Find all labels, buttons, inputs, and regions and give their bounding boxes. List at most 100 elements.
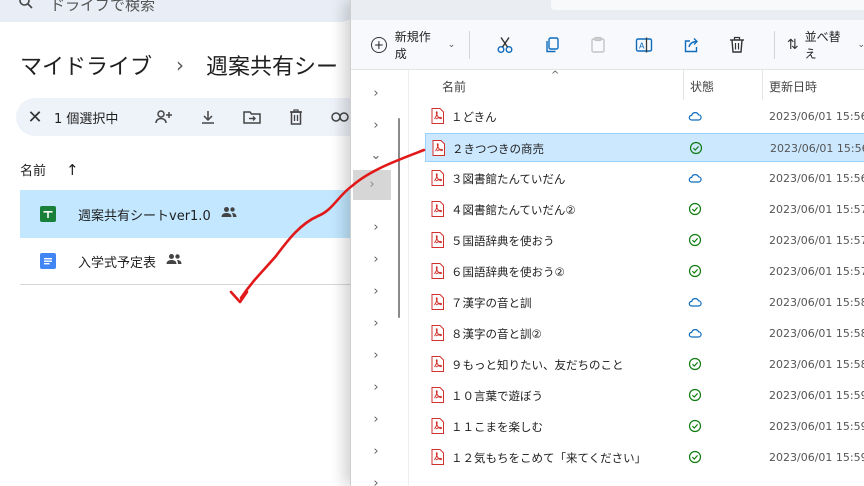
address-bar[interactable] [551,0,864,10]
file-name: ６国語辞典を使おう② [451,265,565,279]
column-status[interactable]: 状態 [690,78,714,95]
pdf-file-icon [432,140,445,156]
file-row[interactable]: ９もっと知りたい、友だちのこと 2023/06/01 15:58 [425,350,864,379]
command-bar: + 新規作成 ⌄ A ⇅ 並べ替え ⌄ [351,20,864,70]
new-button-label: 新規作成 [394,29,431,61]
sort-button[interactable]: ⇅ 並べ替え ⌄ [787,28,864,62]
file-modified: 2023/06/01 15:56 [769,110,864,123]
file-row[interactable]: ６国語辞典を使おう② 2023/06/01 15:57 [425,257,864,286]
pdf-file-icon [431,170,444,186]
file-row[interactable]: ８漢字の音と訓② 2023/06/01 15:58 [425,319,864,348]
pdf-file-icon [431,325,444,341]
cut-icon[interactable] [482,36,528,54]
synced-check-icon [688,357,702,371]
chevron-right-icon[interactable]: › [367,408,385,432]
move-to-folder-icon[interactable] [230,109,274,125]
chevron-right-icon[interactable]: › [367,472,385,486]
file-row[interactable]: ３図書館たんていだん 2023/06/01 15:56 [425,164,864,193]
column-name[interactable]: 名前 [442,78,466,95]
file-modified: 2023/06/01 15:59 [769,451,864,464]
file-row[interactable]: ５国語辞典を使おう 2023/06/01 15:57 [425,226,864,255]
delete-icon[interactable] [714,36,760,54]
toolbar-separator [773,30,775,59]
download-icon[interactable] [186,109,230,125]
pdf-file-icon [431,232,444,248]
file-row[interactable]: 入学式予定表 [20,237,360,285]
column-divider[interactable] [762,70,763,100]
chevron-right-icon: › [176,53,185,77]
chevron-right-icon[interactable]: › [367,248,385,272]
breadcrumb: マイドライブ › 週案共有シー [20,48,338,82]
file-name: ７漢字の音と訓 [451,296,532,310]
add-person-icon[interactable] [142,109,186,125]
chevron-down-icon[interactable]: ⌄ [367,144,385,168]
pdf-file-icon [431,108,444,124]
paste-icon[interactable] [575,36,621,54]
file-row[interactable]: 週案共有シートver1.0 [20,190,360,238]
column-modified[interactable]: 更新日時 [769,78,817,95]
chevron-down-icon: ⌄ [857,40,864,50]
file-row[interactable]: ２きつつきの商売 2023/06/01 15:56 [425,133,864,162]
file-name: ２きつつきの商売 [452,142,544,156]
file-modified: 2023/06/01 15:56 [769,172,864,185]
file-row[interactable]: １０言葉で遊ぼう 2023/06/01 15:59 [425,381,864,410]
column-divider[interactable] [683,70,684,100]
svg-text:A: A [639,41,645,50]
file-row[interactable]: １２気もちをこめて「来てください」 2023/06/01 15:59 [425,443,864,472]
chevron-right-icon[interactable]: › [367,440,385,464]
chevron-right-icon[interactable]: › [367,344,385,368]
chevron-right-icon[interactable]: › [367,82,385,106]
clear-selection-button[interactable]: ✕ [16,107,54,128]
column-name-label[interactable]: 名前 [20,160,46,179]
file-name: １２気もちをこめて「来てください」 [451,451,647,465]
chevron-right-icon[interactable]: › [367,312,385,336]
cloud-icon [688,109,702,123]
new-button[interactable]: + 新規作成 ⌄ [371,28,455,62]
google-docs-icon [40,253,56,269]
sort-caret-icon: ^ [551,70,560,81]
selection-count: 1 個選択中 [54,111,119,127]
cloud-icon [688,295,702,309]
cloud-icon [688,171,702,185]
file-name: ４図書館たんていだん② [451,203,576,217]
chevron-right-icon[interactable]: › [353,170,391,200]
sort-arrow-icon[interactable]: ↑ [66,161,79,179]
pdf-file-icon [431,449,444,465]
share-icon[interactable] [667,36,713,54]
navigation-pane: › › ⌄ › › › › › › › › › › [351,70,409,486]
chevron-right-icon[interactable]: › [367,376,385,400]
navigation-scrollbar[interactable] [398,118,400,318]
google-sheets-icon [40,206,56,222]
chevron-right-icon[interactable]: › [367,114,385,138]
search-icon [18,0,34,14]
shared-icon [221,206,237,222]
synced-check-icon [688,450,702,464]
copy-icon[interactable] [529,36,575,54]
chevron-right-icon[interactable]: › [367,280,385,304]
pdf-file-icon [431,356,444,372]
file-row[interactable]: １１こまを楽しむ 2023/06/01 15:59 [425,412,864,441]
file-row[interactable]: ４図書館たんていだん② 2023/06/01 15:57 [425,195,864,224]
file-modified: 2023/06/01 15:56 [770,142,864,155]
chevron-down-icon: ⌄ [447,39,456,50]
file-modified: 2023/06/01 15:58 [769,296,864,309]
rename-icon[interactable]: A [621,36,667,54]
cloud-icon [688,326,702,340]
chevron-right-icon[interactable]: › [367,216,385,240]
pdf-file-icon [431,418,444,434]
file-name: １１こまを楽しむ [451,420,543,434]
search-placeholder: ドライブで検索 [50,0,156,14]
file-name: 週案共有シートver1.0 [78,208,211,224]
breadcrumb-root[interactable]: マイドライブ [20,49,152,81]
pdf-file-icon [431,201,444,217]
file-name: ８漢字の音と訓② [451,327,542,341]
file-name: １０言葉で遊ぼう [451,389,543,403]
file-row[interactable]: ７漢字の音と訓 2023/06/01 15:58 [425,288,864,317]
search-bar[interactable]: ドライブで検索 [0,0,360,22]
pdf-file-icon [431,263,444,279]
file-row[interactable]: １どきん 2023/06/01 15:56 [425,102,864,131]
file-name: ５国語辞典を使おう [451,234,555,248]
synced-check-icon [688,264,702,278]
trash-icon[interactable] [274,109,318,125]
breadcrumb-current[interactable]: 週案共有シー [206,49,338,81]
